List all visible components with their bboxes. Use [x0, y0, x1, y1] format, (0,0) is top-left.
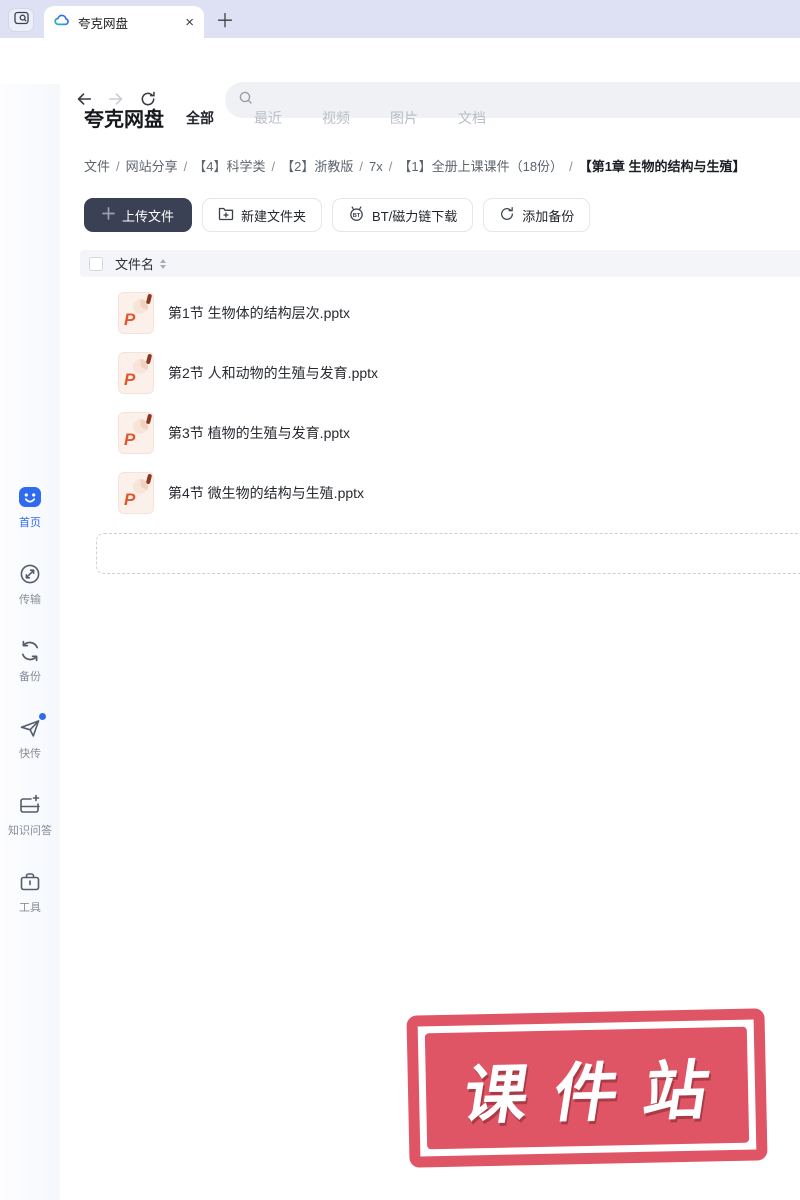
- sort-toggle-icon[interactable]: [160, 258, 167, 269]
- sidebar-item-knowledge[interactable]: 知识问答: [0, 792, 60, 838]
- file-table-header: 文件名: [80, 250, 800, 277]
- breadcrumb: 文件 / 网站分享 / 【4】科学类 / 【2】浙教版 / 7x / 【1】全册上课课件（18份） /…: [84, 156, 800, 175]
- name-column-header: 文件名: [115, 257, 155, 272]
- tab-image[interactable]: 图片: [390, 108, 418, 128]
- sidebar-item-quicksend[interactable]: 快传: [0, 713, 60, 761]
- pptx-file-icon: P: [118, 472, 154, 514]
- breadcrumb-current: 【第1章 生物的结构与生殖】: [578, 159, 746, 174]
- tab-close-icon[interactable]: ×: [185, 15, 194, 30]
- new-folder-label: 新建文件夹: [241, 208, 307, 224]
- sidebar: 首页传输备份快传知识问答工具: [0, 84, 60, 1200]
- new-folder-button[interactable]: 新建文件夹: [202, 198, 323, 232]
- quark-logo-icon: [54, 12, 70, 33]
- file-name[interactable]: 第3节 植物的生殖与发育.pptx: [168, 423, 350, 443]
- sidebar-item-backup[interactable]: 备份: [0, 638, 60, 684]
- sidebar-item-transfer[interactable]: 传输: [0, 561, 60, 607]
- browser-tab[interactable]: 夸克网盘 ×: [44, 6, 204, 38]
- paper-plane-icon: [17, 713, 46, 741]
- page-title: 夸克网盘: [84, 109, 164, 131]
- sidebar-item-label: 传输: [19, 594, 41, 606]
- bt-download-label: BT/磁力链下载: [372, 208, 458, 224]
- browser-navbar: [0, 38, 800, 118]
- breadcrumb-separator: /: [388, 159, 393, 174]
- breadcrumb-item[interactable]: 【1】全册上课课件（18份）: [398, 159, 563, 174]
- file-row[interactable]: P 第4节 微生物的结构与生殖.pptx: [80, 463, 800, 523]
- circular-arrow-icon: [499, 206, 515, 225]
- plus-icon: [102, 207, 115, 223]
- breadcrumb-separator: /: [569, 159, 573, 174]
- sidebar-item-label: 知识问答: [8, 825, 52, 837]
- breadcrumb-separator: /: [116, 159, 120, 174]
- file-name[interactable]: 第1节 生物体的结构层次.pptx: [168, 303, 350, 323]
- sidebar-item-label: 工具: [19, 902, 41, 914]
- filter-tabs: 全部 最近 视频 图片 文档: [186, 108, 486, 128]
- breadcrumb-item[interactable]: 网站分享: [126, 159, 178, 174]
- tab-all[interactable]: 全部: [186, 108, 214, 128]
- breadcrumb-separator: /: [271, 159, 276, 174]
- pptx-file-icon: P: [118, 412, 154, 454]
- file-name[interactable]: 第4节 微生物的结构与生殖.pptx: [168, 483, 364, 503]
- breadcrumb-separator: /: [359, 159, 363, 174]
- new-tab-button[interactable]: ＋: [212, 6, 238, 32]
- add-backup-button[interactable]: 添加备份: [483, 198, 591, 232]
- tab-search-icon: [13, 11, 29, 30]
- add-backup-label: 添加备份: [522, 208, 575, 224]
- toolbox-icon: [17, 869, 43, 895]
- pptx-file-icon: P: [118, 352, 154, 394]
- tab-title: 夸克网盘: [78, 16, 129, 31]
- breadcrumb-item[interactable]: 文件: [84, 159, 110, 174]
- upload-file-label: 上传文件: [122, 208, 175, 224]
- upload-file-button[interactable]: 上传文件: [84, 198, 193, 232]
- watermark-text: 课件站: [458, 1053, 740, 1132]
- breadcrumb-item[interactable]: 【4】科学类: [193, 159, 265, 174]
- svg-text:BT: BT: [353, 213, 361, 219]
- file-row[interactable]: P 第1节 生物体的结构层次.pptx: [80, 283, 800, 343]
- sidebar-item-label: 备份: [19, 671, 41, 683]
- toolbar: 上传文件 新建文件夹 BT BT/磁力链下载 添加备份: [84, 198, 591, 232]
- watermark-stamp-fill: 课件站: [424, 1026, 750, 1150]
- breadcrumb-item[interactable]: 【2】浙教版: [281, 159, 353, 174]
- backup-sync-icon: [17, 638, 43, 664]
- file-list: P 第1节 生物体的结构层次.pptx P 第2节 人和动物的生殖与发育.pptx P 第…: [80, 283, 800, 523]
- sidebar-item-home[interactable]: 首页: [0, 484, 60, 530]
- file-name[interactable]: 第2节 人和动物的生殖与发育.pptx: [168, 363, 378, 383]
- watermark-stamp: 课件站: [406, 1008, 768, 1168]
- sidebar-item-label: 首页: [19, 517, 41, 529]
- sidebar-item-label: 快传: [19, 748, 41, 760]
- transfer-icon: [17, 561, 43, 587]
- file-row[interactable]: P 第3节 植物的生殖与发育.pptx: [80, 403, 800, 463]
- folder-plus-icon: [218, 206, 234, 224]
- breadcrumb-item[interactable]: 7x: [369, 159, 383, 174]
- file-row[interactable]: P 第2节 人和动物的生殖与发育.pptx: [80, 343, 800, 403]
- tab-search-button[interactable]: [8, 8, 34, 32]
- tab-video[interactable]: 视频: [322, 108, 350, 128]
- home-smiley-icon: [17, 484, 43, 510]
- select-all-checkbox[interactable]: [89, 256, 103, 271]
- browser-chrome: 夸克网盘 × ＋: [0, 0, 800, 38]
- breadcrumb-separator: /: [183, 159, 188, 174]
- bt-magnet-download-button[interactable]: BT BT/磁力链下载: [332, 198, 474, 232]
- upload-drop-zone[interactable]: [96, 533, 800, 574]
- sidebar-item-tools[interactable]: 工具: [0, 869, 60, 915]
- notification-dot-badge: [39, 713, 46, 720]
- pptx-file-icon: P: [118, 292, 154, 334]
- tab-recent[interactable]: 最近: [254, 108, 282, 128]
- knowledge-qa-icon: [17, 792, 43, 818]
- tab-doc[interactable]: 文档: [458, 108, 486, 128]
- bt-download-icon: BT: [348, 205, 365, 225]
